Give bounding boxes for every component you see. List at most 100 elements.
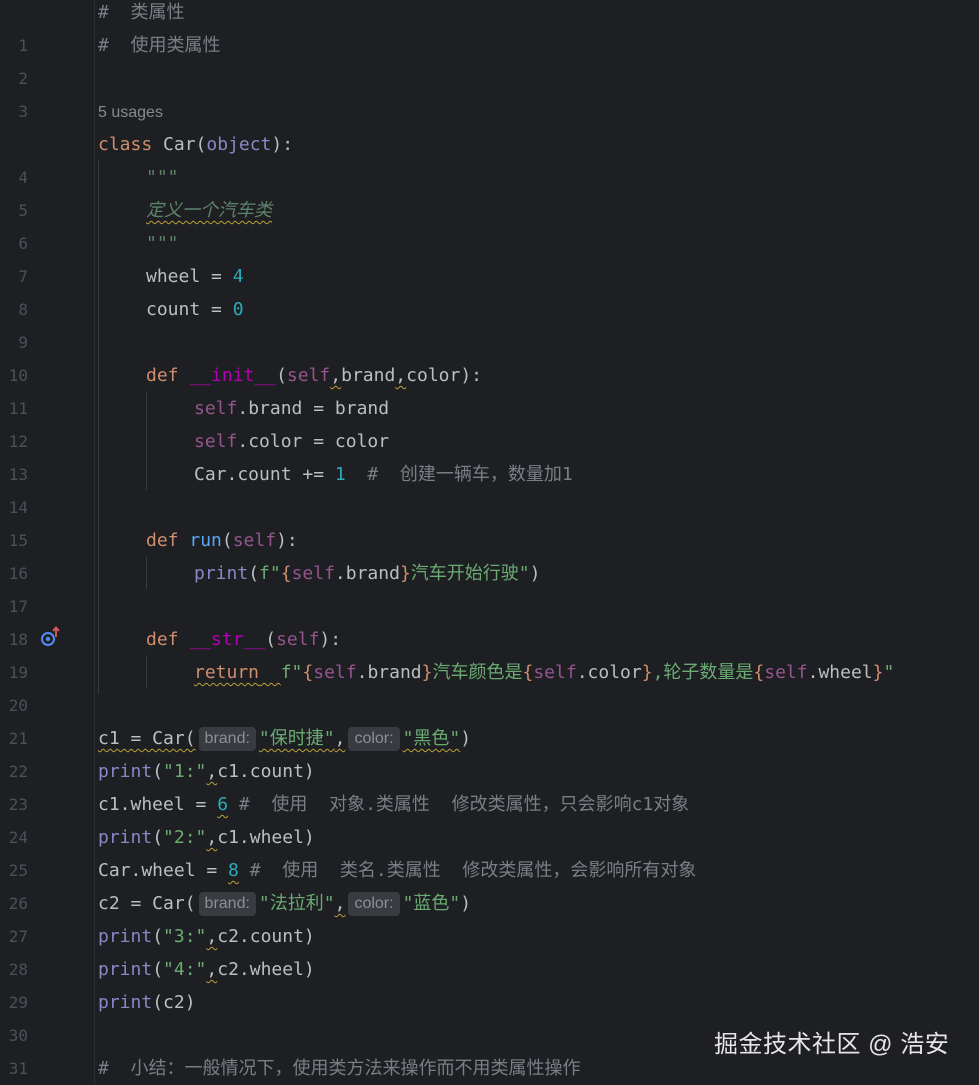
statement: print("2:",c1.wheel)	[98, 821, 315, 854]
code-line-7[interactable]: 7 """	[0, 227, 979, 286]
code-line-8[interactable]: 8 wheel = 4	[0, 260, 979, 319]
code-line-1[interactable]: 1 # 类属性	[0, 0, 979, 55]
assignment: count = 0	[146, 293, 244, 326]
code-text: .brand	[334, 563, 400, 584]
statement: Car.count += 1 # 创建一辆车，数量加1	[194, 458, 573, 491]
fstring: f"	[280, 662, 303, 683]
number: 4	[232, 266, 244, 287]
parameter-hint-brand: brand:	[198, 892, 256, 916]
statement: print("3:",c2.count)	[98, 920, 315, 953]
code-text: Car.wheel =	[98, 860, 229, 881]
code-line-5[interactable]: 5 """	[0, 161, 979, 220]
usages-hint[interactable]: 5 usages	[98, 96, 163, 129]
line-number: 3	[18, 102, 28, 121]
code-line-27[interactable]: 27 c2 = Car(brand: "法拉利", color: "蓝色")	[0, 887, 979, 946]
self-ref: self	[313, 662, 357, 683]
keyword-def: def	[146, 629, 179, 650]
method-definition: def __init__(self,brand,color):	[146, 359, 482, 392]
method-name: __init__	[189, 365, 277, 386]
string: "3:"	[163, 926, 207, 947]
code-line-16[interactable]: 16 def run(self):	[0, 524, 979, 583]
code-line-26[interactable]: 26 Car.wheel = 8 # 使用 类名.类属性 修改类属性，会影响所有…	[0, 854, 979, 913]
keyword-def: def	[146, 530, 179, 551]
class-definition: class Car(object):	[98, 128, 293, 161]
string: "蓝色"	[402, 893, 461, 914]
comment: # 使用 对象.类属性 修改类属性，只会影响c1对象	[228, 794, 690, 815]
punctuation: ,	[334, 893, 346, 914]
docstring-text: 定义一个汽车类	[146, 200, 272, 221]
punctuation: (	[152, 926, 164, 947]
code-line-15[interactable]: 15	[0, 491, 979, 550]
punctuation: ,	[334, 728, 346, 749]
fstring: ,轮子数量是	[652, 662, 754, 683]
fstring-brace: }	[399, 563, 411, 584]
method-definition: def run(self):	[146, 524, 298, 557]
code-line-13[interactable]: 13 self.color = color	[0, 425, 979, 484]
punctuation: ,	[206, 827, 218, 848]
fstring-brace: }	[421, 662, 433, 683]
variable: count =	[146, 299, 233, 320]
statement: c1.wheel = 6 # 使用 对象.类属性 修改类属性，只会影响c1对象	[98, 788, 689, 821]
code-line-23[interactable]: 23 print("1:",c1.count)	[0, 755, 979, 814]
code-line-20[interactable]: 20 return f"{self.brand}汽车颜色是{self.color…	[0, 656, 979, 715]
code-line-3[interactable]: 3	[0, 62, 979, 121]
punctuation: (	[276, 365, 287, 386]
code-line-17[interactable]: 17 print(f"{self.brand}汽车开始行驶")	[0, 557, 979, 616]
fstring: f"	[259, 563, 281, 584]
punctuation: ,	[395, 365, 407, 386]
code-text: .brand	[356, 662, 422, 683]
code-line-4[interactable]: 4 class Car(object):	[0, 128, 979, 187]
code-text: .brand = brand	[237, 398, 390, 419]
code-text: c1.wheel)	[217, 827, 315, 848]
fstring-brace: {	[522, 662, 534, 683]
punctuation: ,	[206, 926, 218, 947]
string: "黑色"	[402, 728, 461, 749]
code-line-18[interactable]: 18	[0, 590, 979, 649]
builtin-print: print	[98, 992, 153, 1013]
code-line-29[interactable]: 29 print("4:",c2.wheel)	[0, 953, 979, 1012]
keyword-class: class	[98, 134, 153, 155]
code-text: .color	[576, 662, 642, 683]
punctuation: ):	[271, 134, 294, 155]
code-line-12[interactable]: 12 self.brand = brand	[0, 392, 979, 451]
comment: # 使用类属性	[98, 35, 221, 56]
class-name: Car(	[152, 134, 207, 155]
code-text: c1.count)	[217, 761, 315, 782]
self-ref: self	[291, 563, 335, 584]
punctuation: ,	[330, 365, 342, 386]
code-line-2[interactable]: 2 # 使用类属性	[0, 29, 979, 88]
code-line-25[interactable]: 25 print("2:",c1.wheel)	[0, 821, 979, 880]
fstring-brace: }	[872, 662, 884, 683]
punctuation: ,	[206, 959, 218, 980]
code-line-14[interactable]: 14 Car.count += 1 # 创建一辆车，数量加1	[0, 458, 979, 517]
number: 1	[334, 464, 346, 485]
number: 0	[232, 299, 244, 320]
fstring: 汽车开始行驶"	[410, 563, 530, 584]
code-line-22[interactable]: 22 c1 = Car(brand: "保时捷", color: "黑色")	[0, 722, 979, 781]
self-ref: self	[764, 662, 808, 683]
code-line-10[interactable]: 10	[0, 326, 979, 385]
statement: print(f"{self.brand}汽车开始行驶")	[194, 557, 540, 590]
code-line-19[interactable]: 19 def __str__(self):	[0, 623, 979, 682]
code-line-9[interactable]: 9 count = 0	[0, 293, 979, 352]
statement: self.color = color	[194, 425, 389, 458]
code-editor[interactable]: 5 usages 1 # 类属性 2 # 使用类属性 3 4 class Car…	[0, 0, 979, 1085]
punctuation: (	[152, 827, 164, 848]
code-line-21[interactable]: 21	[0, 689, 979, 748]
method-name: run	[189, 530, 222, 551]
code-line-6[interactable]: 6 定义一个汽车类	[0, 194, 979, 253]
string: "1:"	[163, 761, 207, 782]
self-ref: self	[533, 662, 577, 683]
code-line-30[interactable]: 30 print(c2)	[0, 986, 979, 1045]
code-line-24[interactable]: 24 c1.wheel = 6 # 使用 对象.类属性 修改类属性，只会影响c1…	[0, 788, 979, 847]
code-text: c1 = Car(	[98, 728, 196, 749]
parameter-hint-brand: brand:	[198, 727, 256, 751]
keyword-def: def	[146, 365, 179, 386]
builtin-print: print	[98, 959, 153, 980]
fstring: "	[883, 662, 895, 683]
code-line-11[interactable]: 11 def __init__(self,brand,color):	[0, 359, 979, 418]
code-line-28[interactable]: 28 print("3:",c2.count)	[0, 920, 979, 979]
string: "4:"	[163, 959, 207, 980]
punctuation: ):	[460, 365, 483, 386]
code-text: c2.count)	[217, 926, 315, 947]
